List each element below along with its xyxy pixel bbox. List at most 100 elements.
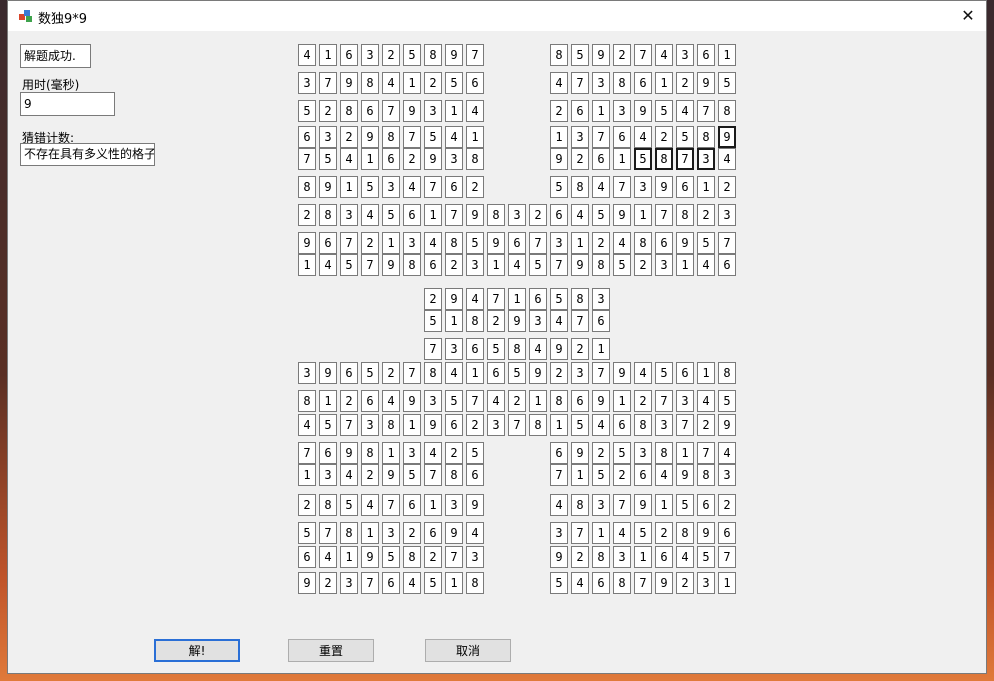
sudoku-cell[interactable]: 5 (613, 254, 631, 276)
sudoku-cell[interactable]: 1 (382, 442, 400, 464)
sudoku-cell[interactable]: 3 (613, 100, 631, 122)
sudoku-cell[interactable]: 8 (487, 204, 505, 226)
sudoku-cell[interactable]: 3 (445, 494, 463, 516)
sudoku-cell[interactable]: 6 (508, 232, 526, 254)
sudoku-cell[interactable]: 3 (613, 546, 631, 568)
sudoku-cell[interactable]: 2 (424, 72, 442, 94)
sudoku-cell[interactable]: 4 (718, 442, 736, 464)
sudoku-cell[interactable]: 8 (718, 362, 736, 384)
sudoku-cell[interactable]: 6 (424, 254, 442, 276)
sudoku-cell[interactable]: 4 (676, 100, 694, 122)
sudoku-cell[interactable]: 4 (445, 362, 463, 384)
sudoku-cell[interactable]: 1 (697, 176, 715, 198)
sudoku-cell[interactable]: 8 (613, 572, 631, 594)
sudoku-cell[interactable]: 8 (529, 414, 547, 436)
sudoku-cell[interactable]: 2 (655, 126, 673, 148)
sudoku-cell[interactable]: 7 (571, 72, 589, 94)
sudoku-cell[interactable]: 7 (697, 442, 715, 464)
sudoku-cell[interactable]: 2 (592, 232, 610, 254)
sudoku-cell[interactable]: 4 (340, 464, 358, 486)
sudoku-cell[interactable]: 1 (361, 522, 379, 544)
sudoku-cell[interactable]: 5 (403, 44, 421, 66)
sudoku-cell[interactable]: 9 (508, 310, 526, 332)
sudoku-cell[interactable]: 9 (613, 362, 631, 384)
sudoku-cell[interactable]: 8 (466, 572, 484, 594)
sudoku-cell[interactable]: 1 (571, 232, 589, 254)
sudoku-cell[interactable]: 5 (340, 254, 358, 276)
sudoku-cell[interactable]: 9 (466, 204, 484, 226)
sudoku-cell[interactable]: 3 (319, 126, 337, 148)
sudoku-cell[interactable]: 6 (697, 44, 715, 66)
sudoku-cell[interactable]: 2 (382, 44, 400, 66)
sudoku-cell[interactable]: 4 (697, 390, 715, 412)
sudoku-cell[interactable]: 8 (592, 546, 610, 568)
sudoku-cell[interactable]: 2 (445, 442, 463, 464)
sudoku-cell[interactable]: 4 (319, 546, 337, 568)
sudoku-cell[interactable]: 7 (340, 232, 358, 254)
sudoku-cell[interactable]: 4 (487, 390, 505, 412)
sudoku-cell[interactable]: 4 (424, 442, 442, 464)
sudoku-cell[interactable]: 8 (571, 176, 589, 198)
sudoku-cell[interactable]: 3 (445, 338, 463, 360)
sudoku-cell[interactable]: 1 (718, 44, 736, 66)
sudoku-cell[interactable]: 9 (340, 442, 358, 464)
sudoku-cell[interactable]: 6 (676, 176, 694, 198)
sudoku-cell[interactable]: 3 (466, 254, 484, 276)
sudoku-cell[interactable]: 9 (445, 522, 463, 544)
sudoku-cell[interactable]: 6 (634, 72, 652, 94)
sudoku-cell[interactable]: 4 (382, 72, 400, 94)
sudoku-cell[interactable]: 3 (403, 442, 421, 464)
sudoku-cell[interactable]: 5 (361, 176, 379, 198)
sudoku-cell[interactable]: 2 (718, 176, 736, 198)
sudoku-cell[interactable]: 7 (550, 464, 568, 486)
sudoku-cell[interactable]: 4 (634, 362, 652, 384)
sudoku-cell[interactable]: 7 (445, 204, 463, 226)
sudoku-cell[interactable]: 5 (676, 494, 694, 516)
sudoku-cell[interactable]: 4 (718, 148, 736, 170)
sudoku-cell[interactable]: 8 (466, 310, 484, 332)
sudoku-cell[interactable]: 4 (403, 572, 421, 594)
sudoku-cell[interactable]: 3 (571, 362, 589, 384)
sudoku-cell[interactable]: 7 (466, 390, 484, 412)
sudoku-cell[interactable]: 9 (634, 494, 652, 516)
sudoku-cell[interactable]: 6 (403, 204, 421, 226)
sudoku-cell[interactable]: 6 (592, 310, 610, 332)
sudoku-cell[interactable]: 4 (298, 414, 316, 436)
sudoku-cell[interactable]: 5 (550, 176, 568, 198)
sudoku-cell[interactable]: 5 (298, 522, 316, 544)
sudoku-cell[interactable]: 7 (487, 288, 505, 310)
sudoku-cell[interactable]: 9 (718, 126, 736, 148)
sudoku-cell[interactable]: 9 (676, 232, 694, 254)
sudoku-cell[interactable]: 1 (298, 254, 316, 276)
sudoku-cell[interactable]: 8 (676, 204, 694, 226)
sudoku-cell[interactable]: 6 (382, 572, 400, 594)
sudoku-cell[interactable]: 5 (298, 100, 316, 122)
sudoku-cell[interactable]: 8 (403, 546, 421, 568)
sudoku-cell[interactable]: 3 (550, 522, 568, 544)
sudoku-cell[interactable]: 1 (298, 464, 316, 486)
sudoku-cell[interactable]: 5 (571, 414, 589, 436)
sudoku-cell[interactable]: 4 (697, 254, 715, 276)
sudoku-cell[interactable]: 2 (319, 572, 337, 594)
sudoku-cell[interactable]: 5 (445, 390, 463, 412)
sudoku-cell[interactable]: 8 (571, 494, 589, 516)
sudoku-cell[interactable]: 2 (466, 176, 484, 198)
sudoku-cell[interactable]: 8 (613, 72, 631, 94)
sudoku-cell[interactable]: 2 (655, 522, 673, 544)
sudoku-cell[interactable]: 2 (361, 232, 379, 254)
sudoku-cell[interactable]: 5 (550, 288, 568, 310)
sudoku-cell[interactable]: 3 (592, 72, 610, 94)
sudoku-cell[interactable]: 9 (676, 464, 694, 486)
sudoku-cell[interactable]: 2 (403, 522, 421, 544)
sudoku-cell[interactable]: 8 (424, 44, 442, 66)
sudoku-cell[interactable]: 6 (613, 414, 631, 436)
sudoku-cell[interactable]: 9 (298, 572, 316, 594)
sudoku-cell[interactable]: 8 (361, 72, 379, 94)
sudoku-cell[interactable]: 6 (634, 464, 652, 486)
sudoku-cell[interactable]: 8 (382, 414, 400, 436)
sudoku-cell[interactable]: 6 (592, 148, 610, 170)
sudoku-cell[interactable]: 4 (655, 44, 673, 66)
sudoku-cell[interactable]: 5 (634, 522, 652, 544)
sudoku-cell[interactable]: 1 (445, 100, 463, 122)
sudoku-cell[interactable]: 3 (592, 288, 610, 310)
